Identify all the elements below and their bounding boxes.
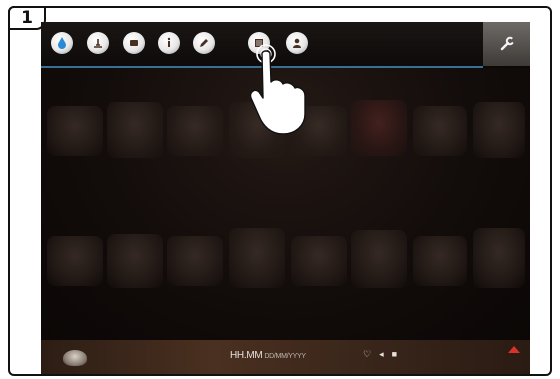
heart-icon: ♡	[363, 349, 372, 359]
pointing-hand-icon	[249, 44, 306, 135]
beverage-tile[interactable]	[351, 230, 407, 288]
beverage-tile[interactable]	[229, 228, 285, 288]
beverage-tile[interactable]	[47, 236, 103, 286]
beverage-tile[interactable]	[107, 234, 163, 288]
time-text: HH.MM	[230, 350, 263, 361]
sound-icon: ◂	[379, 349, 384, 359]
pencil-icon[interactable]	[193, 32, 215, 54]
beverage-tile[interactable]	[167, 106, 223, 156]
beverage-tile[interactable]	[351, 100, 407, 156]
step-number: 1	[21, 8, 33, 28]
cup-icon[interactable]	[123, 32, 145, 54]
water-drop-icon[interactable]	[51, 32, 73, 54]
beverage-tile[interactable]	[291, 236, 347, 286]
status-indicators: ♡ ◂ ■	[363, 349, 397, 360]
beverage-tile[interactable]	[167, 236, 223, 286]
expand-up-icon[interactable]	[508, 346, 520, 353]
beverage-tile[interactable]	[47, 106, 103, 156]
beverage-tile[interactable]	[413, 106, 467, 156]
beverage-tile[interactable]	[107, 102, 163, 158]
cup-icon	[63, 350, 87, 366]
info-icon[interactable]	[158, 32, 180, 54]
clock-display: HH.MM DD/MM/YYYY	[230, 350, 306, 361]
beverage-tile[interactable]	[473, 228, 525, 288]
date-text: DD/MM/YYYY	[264, 353, 306, 360]
settings-button[interactable]	[483, 22, 530, 66]
beverage-tile[interactable]	[413, 236, 467, 286]
temperature-icon[interactable]	[87, 32, 109, 54]
wrench-icon	[500, 36, 516, 51]
status-bar: HH.MM DD/MM/YYYY ♡ ◂ ■	[41, 340, 530, 374]
beverage-tile[interactable]	[473, 102, 525, 158]
machine-display: HH.MM DD/MM/YYYY ♡ ◂ ■	[41, 22, 530, 374]
lock-icon: ■	[391, 349, 398, 359]
